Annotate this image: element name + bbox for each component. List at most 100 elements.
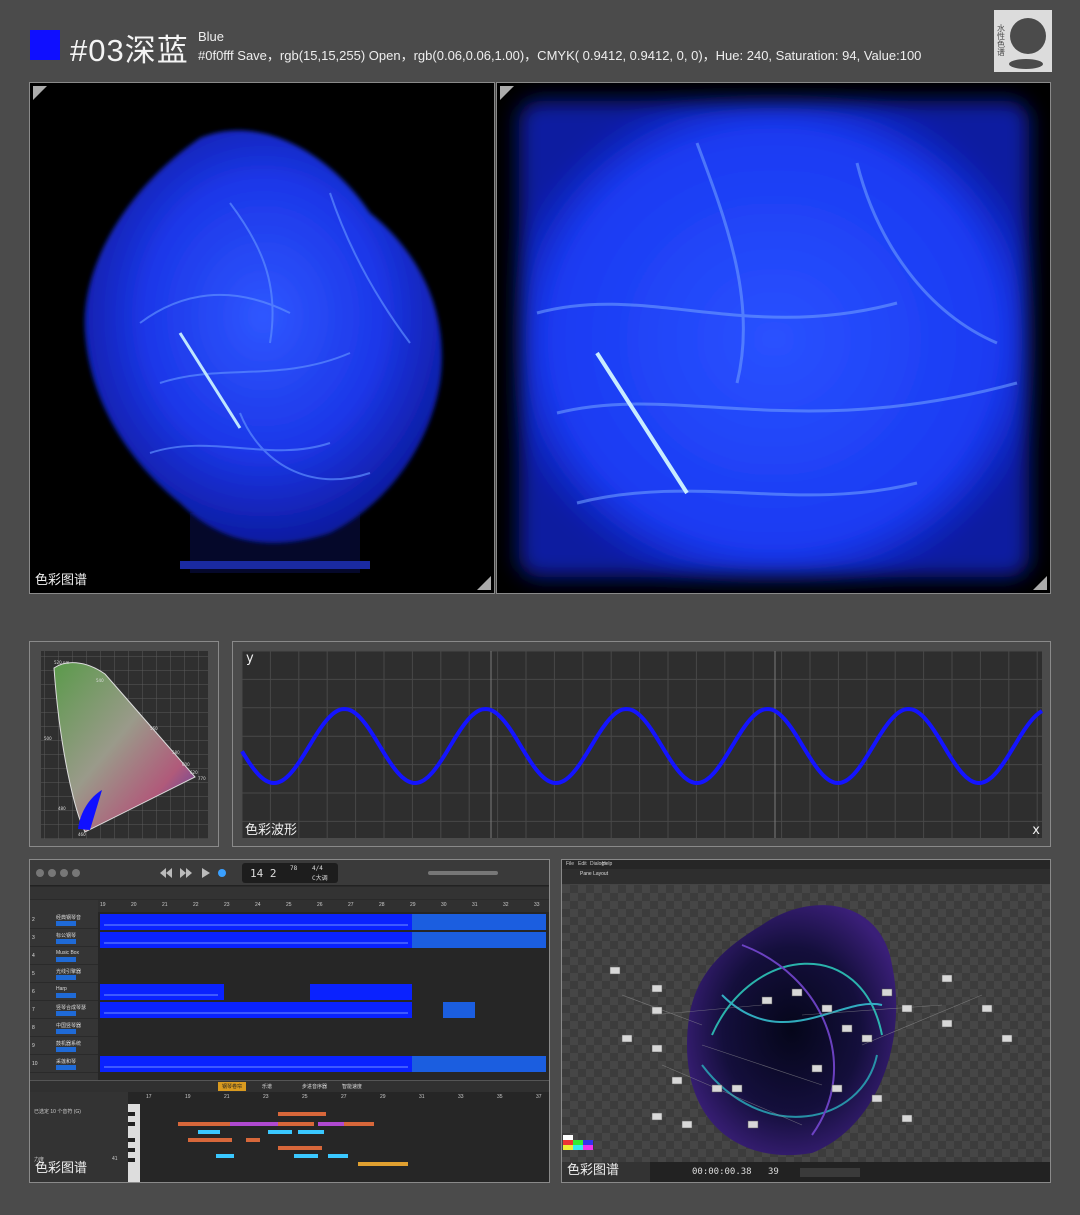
- note[interactable]: [278, 1112, 326, 1116]
- menu-item[interactable]: Edit: [578, 861, 587, 867]
- operator-node[interactable]: [621, 1034, 633, 1043]
- editor-tab[interactable]: 智能速度: [338, 1082, 366, 1091]
- operator-node[interactable]: [821, 1004, 833, 1013]
- corner-marker: [477, 576, 491, 590]
- track-header[interactable]: 2 经典钢琴音: [30, 912, 98, 929]
- operator-node[interactable]: [651, 1006, 663, 1015]
- track-mute-solo[interactable]: [56, 921, 76, 926]
- operator-node[interactable]: [731, 1084, 743, 1093]
- operator-node[interactable]: [861, 1034, 873, 1043]
- track-header[interactable]: 5 光线引擎器: [30, 966, 98, 983]
- operator-node[interactable]: [609, 966, 621, 975]
- track-header[interactable]: 10 采莲和琴: [30, 1056, 98, 1073]
- operator-node[interactable]: [681, 1120, 693, 1129]
- editor-ruler-tick: 33: [458, 1094, 464, 1100]
- operator-node[interactable]: [791, 988, 803, 997]
- note[interactable]: [294, 1154, 318, 1158]
- operator-node[interactable]: [811, 1064, 823, 1073]
- piano-roll[interactable]: [128, 1092, 549, 1182]
- note[interactable]: [188, 1138, 232, 1142]
- region[interactable]: [310, 984, 412, 1000]
- track-header[interactable]: 6 Harp: [30, 984, 98, 1001]
- color-palette[interactable]: [563, 1135, 601, 1155]
- note[interactable]: [358, 1162, 408, 1166]
- note[interactable]: [278, 1122, 314, 1126]
- note[interactable]: [328, 1154, 348, 1158]
- lcd-tempo: 78: [290, 865, 298, 872]
- arrangement-area[interactable]: [98, 912, 549, 1080]
- track-name: 鼓机器系统: [56, 1041, 82, 1047]
- region[interactable]: [100, 1002, 412, 1018]
- track-header[interactable]: 9 鼓机器系统: [30, 1038, 98, 1055]
- ruler-tick: 27: [348, 902, 354, 908]
- operator-node[interactable]: [941, 1019, 953, 1028]
- operator-node[interactable]: [711, 1084, 723, 1093]
- menu-item[interactable]: File: [566, 861, 574, 867]
- window-controls[interactable]: [35, 868, 95, 878]
- track-header[interactable]: 7 竖琴合成琴瑟: [30, 1002, 98, 1019]
- operator-node[interactable]: [901, 1004, 913, 1013]
- region[interactable]: [100, 932, 412, 948]
- editor-tab[interactable]: 钢琴卷帘: [218, 1082, 247, 1091]
- operator-node[interactable]: [1001, 1034, 1013, 1043]
- region[interactable]: [100, 1056, 412, 1072]
- operator-node[interactable]: [761, 996, 773, 1005]
- track-name: 竖琴合成琴瑟: [56, 1005, 87, 1011]
- note[interactable]: [178, 1122, 230, 1126]
- operator-node[interactable]: [671, 1076, 683, 1085]
- track-number: 3: [32, 935, 35, 941]
- track-mute-solo[interactable]: [56, 1065, 76, 1070]
- region[interactable]: [100, 914, 412, 930]
- master-volume-slider[interactable]: [428, 871, 498, 875]
- note[interactable]: [268, 1130, 292, 1134]
- operator-node[interactable]: [871, 1094, 883, 1103]
- track-mute-solo[interactable]: [56, 1011, 76, 1016]
- operator-node[interactable]: [831, 1084, 843, 1093]
- track-name: 中国竖琴器: [56, 1023, 82, 1029]
- operator-node[interactable]: [901, 1114, 913, 1123]
- timeline-ruler[interactable]: 19 20 21 22 23 24 25 26 27 28 29 30 31 32 33: [98, 900, 549, 912]
- region[interactable]: [412, 914, 546, 930]
- track-header[interactable]: 3 标公钢琴: [30, 930, 98, 947]
- note[interactable]: [298, 1130, 324, 1134]
- track-mute-solo[interactable]: [56, 957, 76, 962]
- track-mute-solo[interactable]: [56, 1029, 76, 1034]
- play-controls[interactable]: [800, 1168, 860, 1177]
- note[interactable]: [216, 1154, 234, 1158]
- track-mute-solo[interactable]: [56, 993, 76, 998]
- track-mute-solo[interactable]: [56, 1047, 76, 1052]
- editor-ruler[interactable]: 17 19 21 23 25 27 29 31 33 35 37: [140, 1094, 549, 1104]
- region[interactable]: [412, 1056, 546, 1072]
- operator-node[interactable]: [651, 1044, 663, 1053]
- track-mute-solo[interactable]: [56, 975, 76, 980]
- operator-node[interactable]: [981, 1004, 993, 1013]
- track-header[interactable]: 8 中国竖琴器: [30, 1020, 98, 1037]
- region[interactable]: [100, 984, 224, 1000]
- note[interactable]: [230, 1122, 278, 1126]
- operator-node[interactable]: [747, 1120, 759, 1129]
- node-caption: 色彩图谱: [567, 1163, 620, 1178]
- editor-tab[interactable]: 乐谱: [258, 1082, 276, 1091]
- note[interactable]: [344, 1122, 374, 1126]
- note[interactable]: [198, 1130, 220, 1134]
- node-network-view[interactable]: [562, 885, 1050, 1162]
- region[interactable]: [412, 932, 546, 948]
- tab-pane-layout[interactable]: Pane Layout: [580, 871, 608, 877]
- daw-subtoolbar: [30, 887, 549, 899]
- operator-node[interactable]: [881, 988, 893, 997]
- svg-text:560: 560: [150, 726, 158, 731]
- track-number: 6: [32, 989, 35, 995]
- operator-node[interactable]: [941, 974, 953, 983]
- operator-node[interactable]: [651, 1112, 663, 1121]
- track-mute-solo[interactable]: [56, 939, 76, 944]
- menu-item[interactable]: Help: [602, 861, 612, 867]
- region[interactable]: [443, 1002, 475, 1018]
- note[interactable]: [278, 1146, 322, 1150]
- transport-controls[interactable]: [160, 867, 240, 879]
- operator-node[interactable]: [841, 1024, 853, 1033]
- operator-node[interactable]: [651, 984, 663, 993]
- svg-text:水性色谱: 水性色谱: [997, 23, 1006, 57]
- note[interactable]: [246, 1138, 260, 1142]
- track-header[interactable]: 4 Music Box: [30, 948, 98, 965]
- editor-tab[interactable]: 步进音序器: [298, 1082, 331, 1091]
